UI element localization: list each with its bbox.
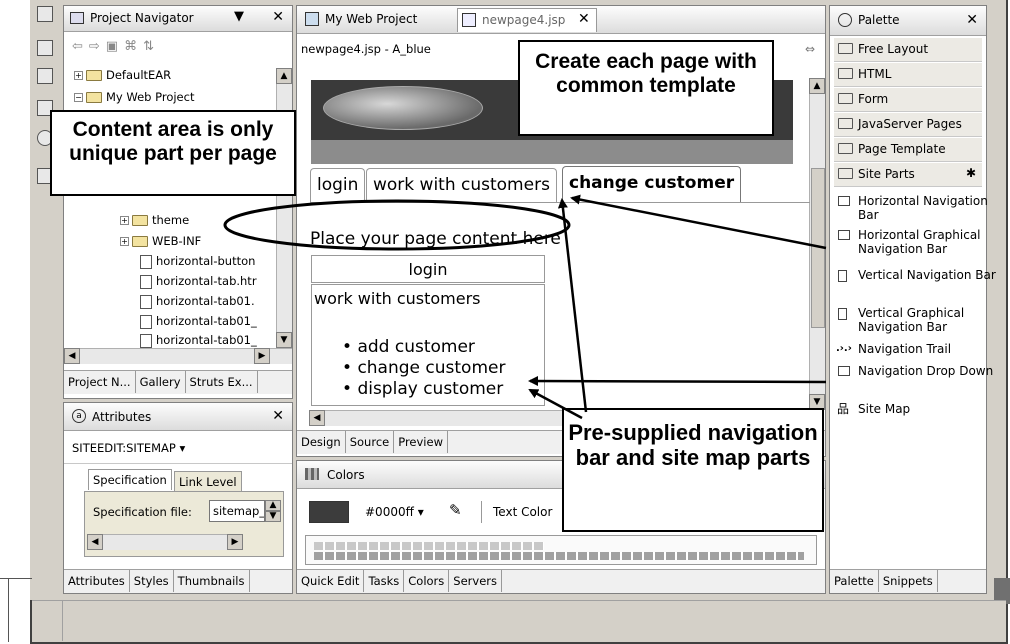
arrow-to-side-nav <box>528 376 827 387</box>
arrow-to-nav-bar <box>570 194 827 250</box>
arrow-to-list <box>528 388 583 420</box>
annotation-overlay <box>223 194 827 420</box>
content-area-ellipse <box>223 199 571 251</box>
